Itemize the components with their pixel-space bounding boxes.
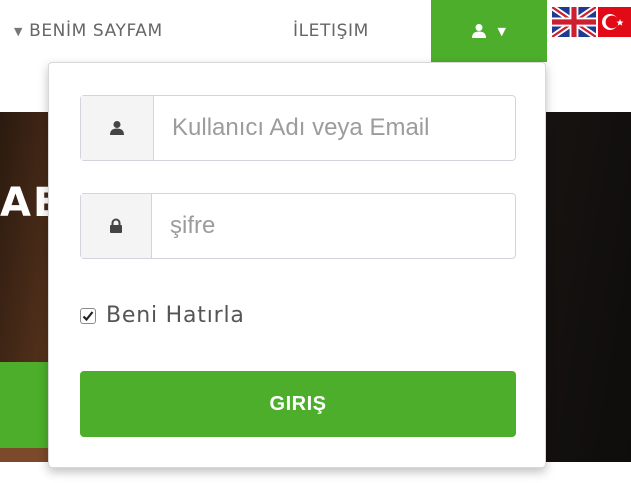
password-addon [81, 194, 152, 258]
login-dropdown: Beni Hatırla GIRIŞ [48, 62, 546, 468]
lock-icon [110, 218, 122, 233]
nav-benim-sayfam[interactable]: ▼ BENİM SAYFAM [14, 0, 163, 62]
remember-label: Beni Hatırla [106, 303, 245, 328]
caret-down-icon: ▼ [14, 24, 24, 38]
top-navbar: ▼ BENİM SAYFAM İLETIŞIM ▼ [0, 0, 631, 62]
password-input[interactable] [170, 212, 515, 240]
user-icon [110, 121, 124, 135]
hero-title: AE [0, 180, 48, 226]
remember-checkbox[interactable] [80, 307, 96, 324]
flag-uk-icon[interactable] [552, 7, 596, 37]
check-icon [82, 310, 94, 321]
caret-down-icon: ▼ [497, 24, 507, 38]
username-input-group [80, 95, 516, 161]
login-button[interactable]: GIRIŞ [80, 371, 516, 437]
flag-tr-icon[interactable] [598, 7, 631, 37]
user-menu-toggle[interactable]: ▼ [431, 0, 547, 62]
nav-iletisim[interactable]: İLETIŞIM [293, 0, 369, 62]
password-input-group [80, 193, 516, 259]
nav-benim-sayfam-label: BENİM SAYFAM [29, 21, 163, 41]
hero-green-button[interactable] [0, 362, 48, 448]
user-icon [472, 24, 487, 38]
username-addon [81, 96, 154, 160]
nav-iletisim-label: İLETIŞIM [293, 21, 369, 41]
remember-me[interactable]: Beni Hatırla [80, 303, 245, 328]
username-input[interactable] [172, 114, 515, 142]
